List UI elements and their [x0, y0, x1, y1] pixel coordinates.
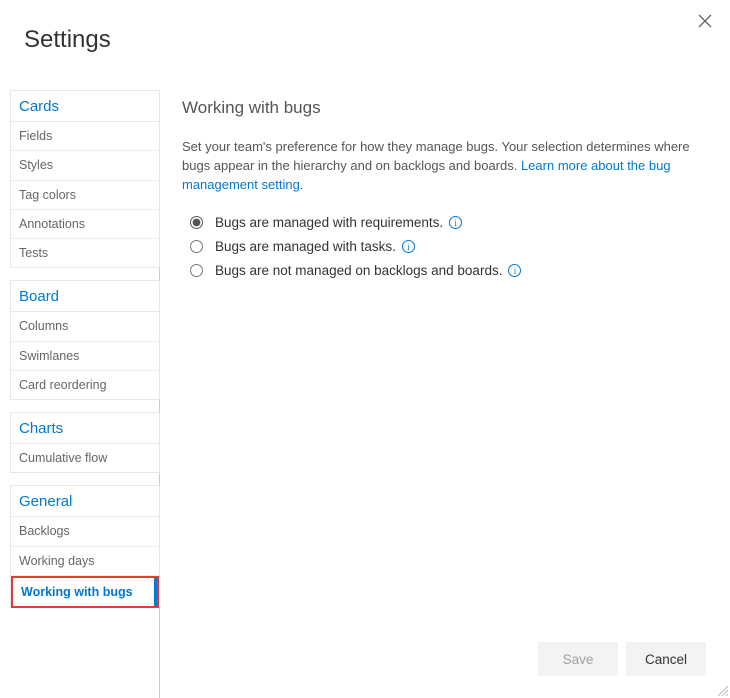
sidebar-item-styles[interactable]: Styles [11, 151, 159, 180]
resize-grip-icon[interactable] [716, 684, 728, 696]
sidebar-item-tests[interactable]: Tests [11, 239, 159, 267]
sidebar-group-general: General Backlogs Working days Working wi… [10, 485, 160, 608]
sidebar-group-charts: Charts Cumulative flow [10, 412, 160, 473]
bug-options: Bugs are managed with requirements. i Bu… [182, 211, 702, 283]
sidebar-group-board: Board Columns Swimlanes Card reordering [10, 280, 160, 400]
option-row: Bugs are managed with tasks. i [182, 235, 702, 259]
radio-bugs-not-managed[interactable] [190, 264, 203, 277]
radio-bugs-with-tasks[interactable] [190, 240, 203, 253]
sidebar-group-header: Cards [11, 91, 159, 122]
radio-label[interactable]: Bugs are managed with tasks. [215, 239, 396, 254]
sidebar-item-fields[interactable]: Fields [11, 122, 159, 151]
sidebar-item-annotations[interactable]: Annotations [11, 210, 159, 239]
sidebar-item-tag-colors[interactable]: Tag colors [11, 181, 159, 210]
close-icon [698, 14, 712, 28]
sidebar: Cards Fields Styles Tag colors Annotatio… [10, 90, 160, 698]
sidebar-item-cumulative-flow[interactable]: Cumulative flow [11, 444, 159, 472]
option-row: Bugs are not managed on backlogs and boa… [182, 259, 702, 283]
cancel-button[interactable]: Cancel [626, 642, 706, 676]
radio-bugs-with-requirements[interactable] [190, 216, 203, 229]
sidebar-item-working-with-bugs[interactable]: Working with bugs [13, 578, 157, 606]
sidebar-item-working-days[interactable]: Working days [11, 547, 159, 576]
sidebar-group-header: Charts [11, 413, 159, 444]
sidebar-group-header: Board [11, 281, 159, 312]
sidebar-group-header: General [11, 486, 159, 517]
sidebar-item-card-reordering[interactable]: Card reordering [11, 371, 159, 399]
sidebar-group-cards: Cards Fields Styles Tag colors Annotatio… [10, 90, 160, 268]
radio-label[interactable]: Bugs are managed with requirements. [215, 215, 443, 230]
sidebar-item-columns[interactable]: Columns [11, 312, 159, 341]
save-button: Save [538, 642, 618, 676]
highlight-annotation: Working with bugs [11, 576, 159, 608]
radio-label[interactable]: Bugs are not managed on backlogs and boa… [215, 263, 502, 278]
footer-buttons: Save Cancel [538, 642, 706, 676]
sidebar-item-backlogs[interactable]: Backlogs [11, 517, 159, 546]
content-title: Working with bugs [182, 98, 702, 118]
content-pane: Working with bugs Set your team's prefer… [160, 90, 720, 698]
page-title: Settings [24, 26, 111, 54]
close-button[interactable] [698, 14, 712, 28]
info-icon[interactable]: i [449, 216, 462, 229]
info-icon[interactable]: i [508, 264, 521, 277]
info-icon[interactable]: i [402, 240, 415, 253]
option-row: Bugs are managed with requirements. i [182, 211, 702, 235]
sidebar-item-swimlanes[interactable]: Swimlanes [11, 342, 159, 371]
content-description: Set your team's preference for how they … [182, 138, 702, 195]
